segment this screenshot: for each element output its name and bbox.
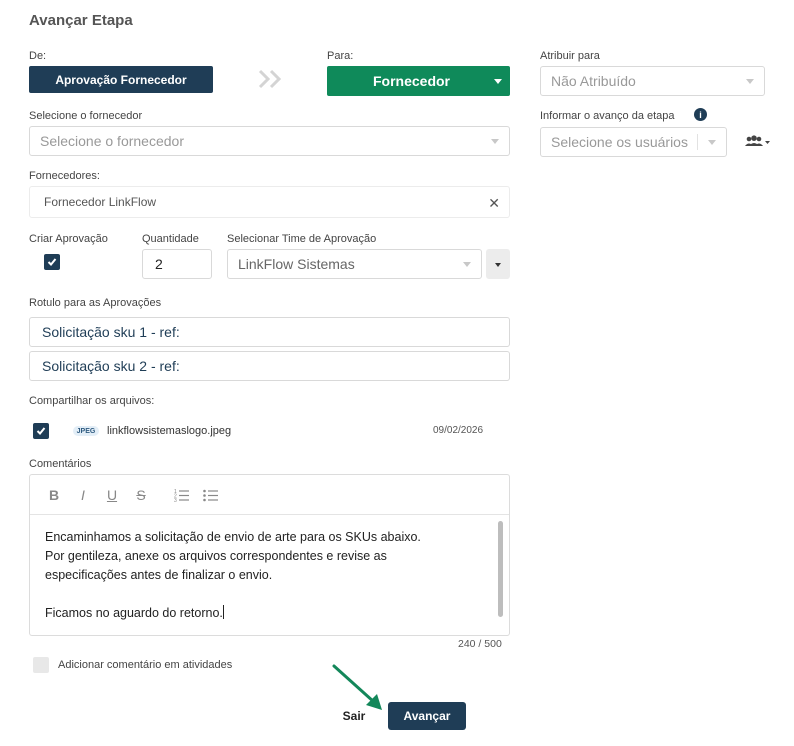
advance-button-label: Avançar — [403, 709, 451, 723]
comments-label: Comentários — [29, 458, 92, 470]
advance-button[interactable]: Avançar — [388, 702, 466, 730]
check-icon — [36, 427, 46, 435]
suppliers-label: Fornecedores: — [29, 170, 100, 182]
comment-line-5: Ficamos no aguardo do retorno. — [45, 605, 224, 620]
team-options-button[interactable] — [486, 249, 510, 279]
notify-users-placeholder: Selecione os usuários — [551, 134, 688, 150]
from-label: De: — [29, 50, 47, 62]
assign-label: Atribuir para — [540, 50, 600, 62]
comment-line-1: Encaminhamos a solicitação de envio de a… — [45, 530, 421, 544]
assign-select[interactable]: Não Atribuído — [540, 66, 765, 96]
ordered-list-icon[interactable]: 123 — [173, 486, 191, 504]
double-chevron-right-icon — [258, 68, 284, 90]
from-stage-label: Aprovação Fornecedor — [55, 72, 187, 87]
file-date: 09/02/2026 — [433, 425, 484, 436]
editor-scrollbar[interactable] — [498, 521, 503, 617]
comments-editor: B I U S 123 Encaminhamos a solicitação d… — [29, 474, 510, 636]
to-stage-label: Fornecedor — [372, 73, 450, 89]
comments-textarea[interactable]: Encaminhamos a solicitação de envio de a… — [45, 528, 489, 623]
to-stage-dropdown[interactable]: Fornecedor — [327, 66, 510, 96]
close-icon[interactable]: ✕ — [488, 195, 500, 212]
assign-value: Não Atribuído — [551, 73, 636, 89]
italic-icon[interactable]: I — [74, 486, 92, 504]
approval-labels-label: Rotulo para as Aprovações — [29, 297, 162, 309]
suppliers-list: Fornecedor LinkFlow ✕ — [29, 186, 510, 218]
supplier-select-label: Selecione o fornecedor — [29, 110, 143, 122]
team-select[interactable]: LinkFlow Sistemas — [227, 249, 482, 279]
caret-down-icon — [708, 140, 716, 145]
approval-label-value-2: Solicitação sku 2 - ref: — [42, 358, 180, 374]
approval-label-value-1: Solicitação sku 1 - ref: — [42, 324, 180, 340]
caret-down-icon — [491, 139, 499, 144]
notify-users-select[interactable]: Selecione os usuários — [540, 127, 727, 157]
bullet-list-icon[interactable] — [202, 486, 220, 504]
select-divider — [697, 134, 698, 150]
team-label: Selecionar Time de Aprovação — [227, 233, 377, 245]
comment-line-3: especificações antes de finalizar o envi… — [45, 568, 273, 582]
char-counter: 240 / 500 — [458, 638, 502, 650]
exit-button[interactable]: Sair — [334, 703, 374, 729]
file-share-checkbox[interactable] — [33, 423, 49, 439]
share-files-label: Compartilhar os arquivos: — [29, 395, 155, 407]
editor-toolbar: B I U S 123 — [30, 475, 509, 515]
approval-label-input-2[interactable]: Solicitação sku 2 - ref: — [29, 351, 510, 381]
notify-label: Informar o avanço da etapa — [540, 110, 675, 122]
strikethrough-icon[interactable]: S — [132, 486, 150, 504]
file-name[interactable]: linkflowsistemaslogo.jpeg — [107, 425, 231, 437]
quantity-value: 2 — [155, 256, 163, 272]
team-value: LinkFlow Sistemas — [238, 256, 355, 272]
quantity-label: Quantidade — [142, 233, 199, 245]
supplier-select-placeholder: Selecione o fornecedor — [40, 133, 184, 149]
approval-label-input-1[interactable]: Solicitação sku 1 - ref: — [29, 317, 510, 347]
bold-icon[interactable]: B — [45, 486, 63, 504]
underline-icon[interactable]: U — [103, 486, 121, 504]
svg-text:3: 3 — [174, 498, 177, 502]
comment-line-2: Por gentileza, anexe os arquivos corresp… — [45, 549, 387, 563]
caret-down-icon — [495, 263, 501, 267]
caret-down-icon — [494, 79, 502, 84]
comment-line-4 — [45, 585, 489, 604]
add-comment-activity-label: Adicionar comentário em atividades — [58, 659, 233, 671]
from-stage-button[interactable]: Aprovação Fornecedor — [29, 66, 213, 93]
info-icon[interactable]: i — [694, 108, 707, 121]
supplier-chip: Fornecedor LinkFlow — [44, 195, 157, 209]
caret-down-icon — [746, 79, 754, 84]
to-label: Para: — [327, 50, 354, 62]
create-approval-checkbox[interactable] — [44, 254, 60, 270]
check-icon — [47, 258, 57, 266]
dialog-title: Avançar Etapa — [29, 12, 133, 29]
file-type-badge: JPEG — [73, 426, 99, 436]
supplier-select[interactable]: Selecione o fornecedor — [29, 126, 510, 156]
create-approval-label: Criar Aprovação — [29, 233, 108, 245]
add-comment-activity-checkbox[interactable] — [33, 657, 49, 673]
caret-down-icon — [463, 262, 471, 267]
quantity-input[interactable]: 2 — [142, 249, 212, 279]
users-group-icon[interactable] — [745, 135, 771, 149]
